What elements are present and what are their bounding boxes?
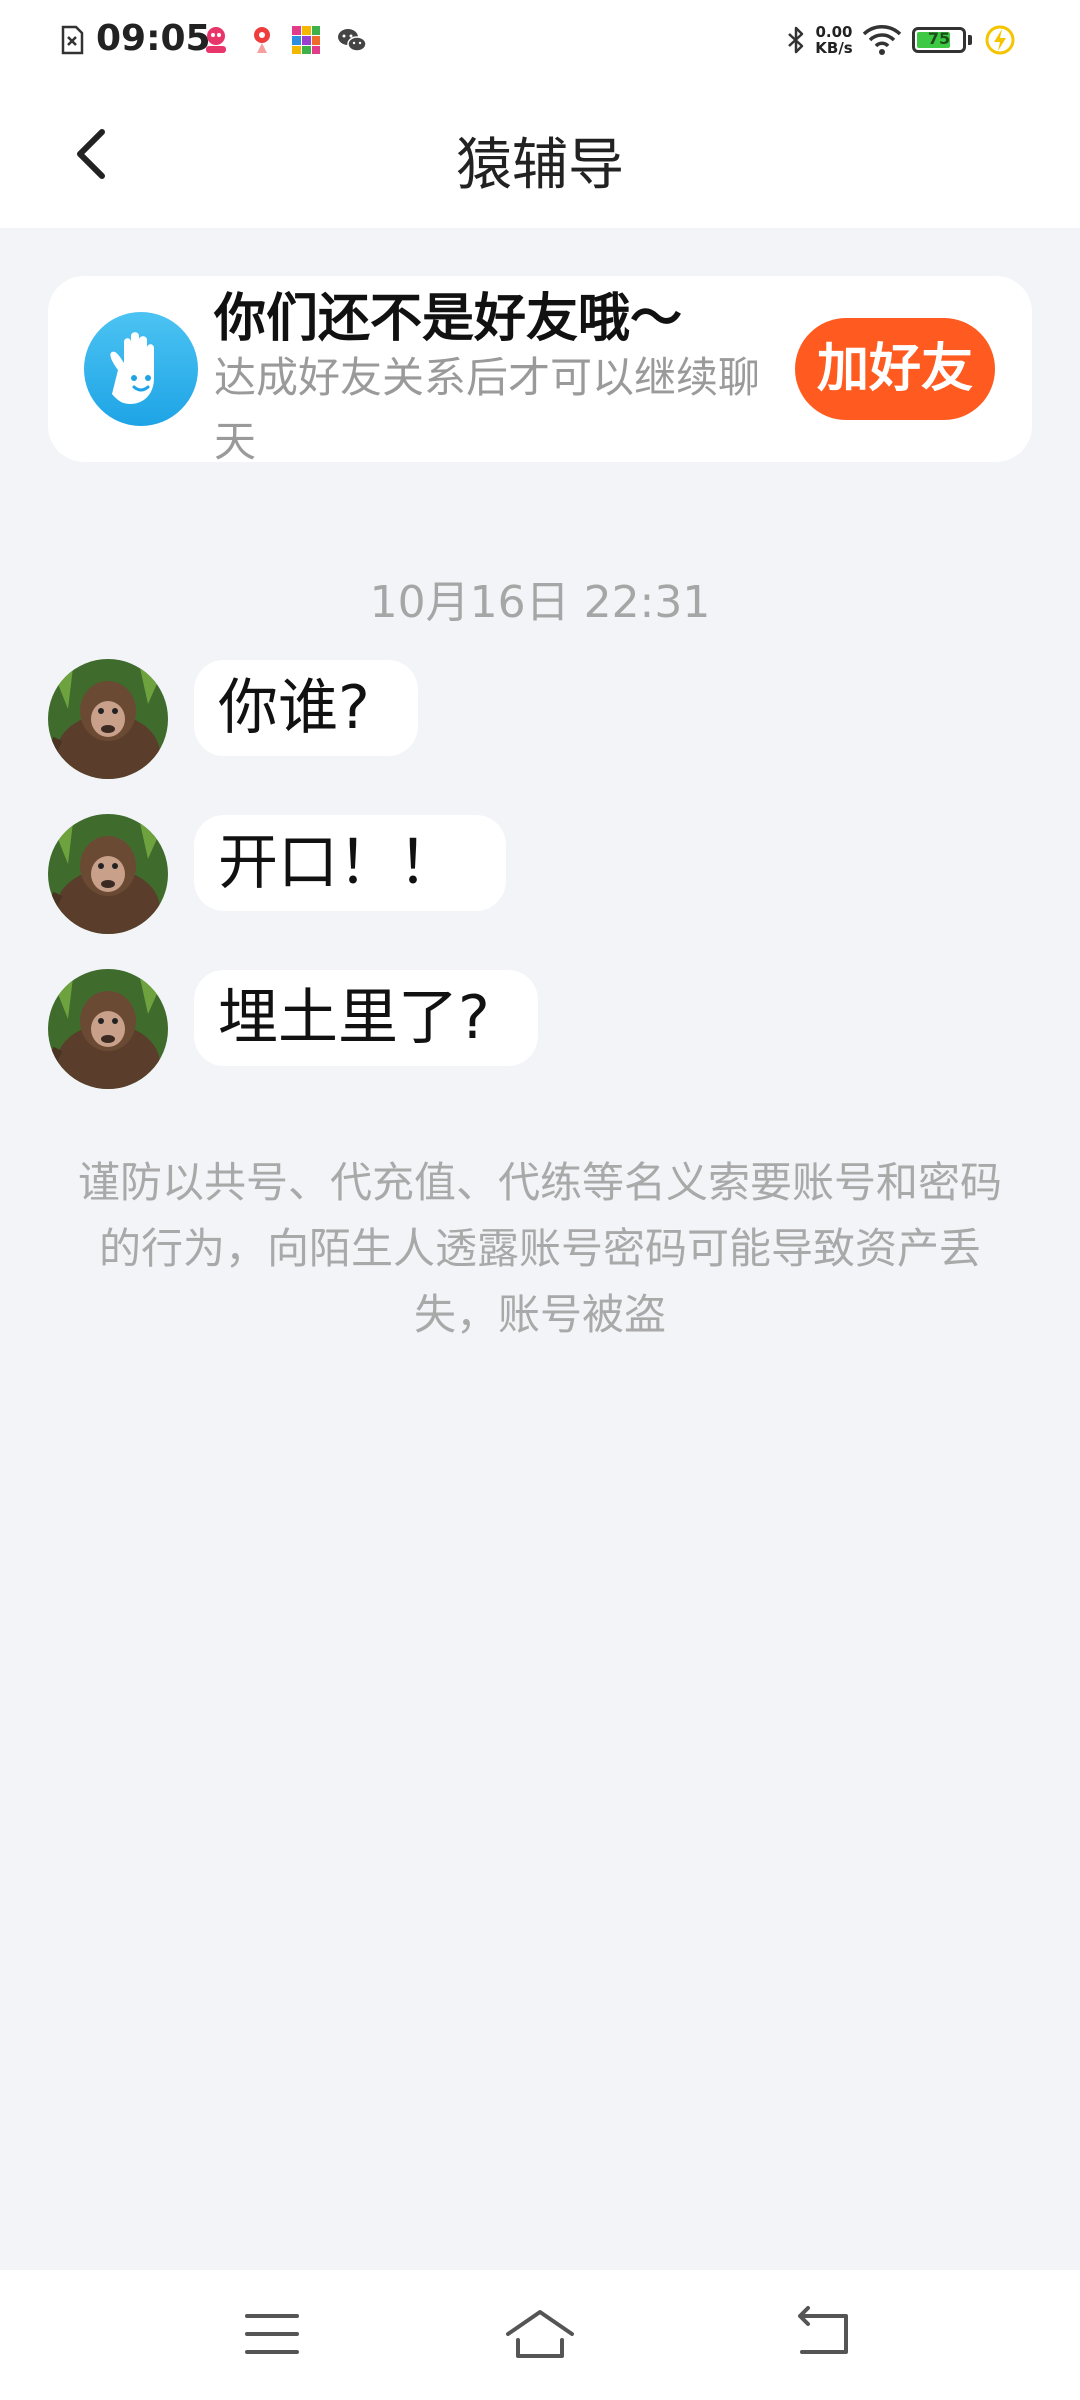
battery-level: 75: [927, 29, 951, 48]
notification-app-icon-3: [292, 26, 320, 54]
waving-hand-icon: [84, 312, 198, 426]
wifi-icon: [862, 25, 902, 55]
battery-cap: [968, 35, 972, 45]
sim-error-icon: [61, 25, 84, 55]
message-bubble[interactable]: 开口！！: [194, 815, 506, 911]
friend-prompt-title: 你们还不是好友哦～: [214, 289, 683, 349]
message-bubble[interactable]: 埋土里了?: [194, 970, 538, 1066]
status-time: 09:05: [96, 18, 211, 59]
battery-icon: 75: [912, 27, 966, 53]
header: 猿辅导: [0, 80, 1080, 228]
friend-prompt-card: 你们还不是好友哦～ 达成好友关系后才可以继续聊天 加好友: [48, 276, 1032, 466]
notification-app-icon-2: [254, 27, 270, 53]
chat-timestamp: 10月16日 22:31: [369, 577, 711, 628]
add-friend-button[interactable]: 加好友: [795, 318, 995, 420]
network-speed: 0.00 KB/s: [815, 23, 853, 57]
menu-icon[interactable]: [222, 2294, 322, 2374]
bluetooth-icon: [788, 26, 804, 54]
avatar[interactable]: [48, 969, 168, 1089]
friend-prompt-subtitle: 达成好友关系后才可以继续聊天: [214, 353, 761, 466]
page-title: 猿辅导: [456, 133, 624, 198]
security-warning: 谨防以共号、代充值、代练等名义索要账号和密码的行为，向陌生人透露账号密码可能导致…: [77, 1158, 1002, 1339]
back-icon[interactable]: [772, 2294, 872, 2374]
message-bubble[interactable]: 你谁?: [194, 660, 418, 756]
charging-icon: [985, 25, 1015, 55]
system-nav-bar: [0, 2270, 1080, 2400]
avatar[interactable]: [48, 659, 168, 779]
status-bar: 09:05 0.00 KB/s 75: [0, 0, 1080, 80]
home-icon[interactable]: [490, 2294, 590, 2374]
notification-app-icon-1: [206, 27, 226, 53]
avatar[interactable]: [48, 814, 168, 934]
wechat-icon: [338, 29, 367, 52]
